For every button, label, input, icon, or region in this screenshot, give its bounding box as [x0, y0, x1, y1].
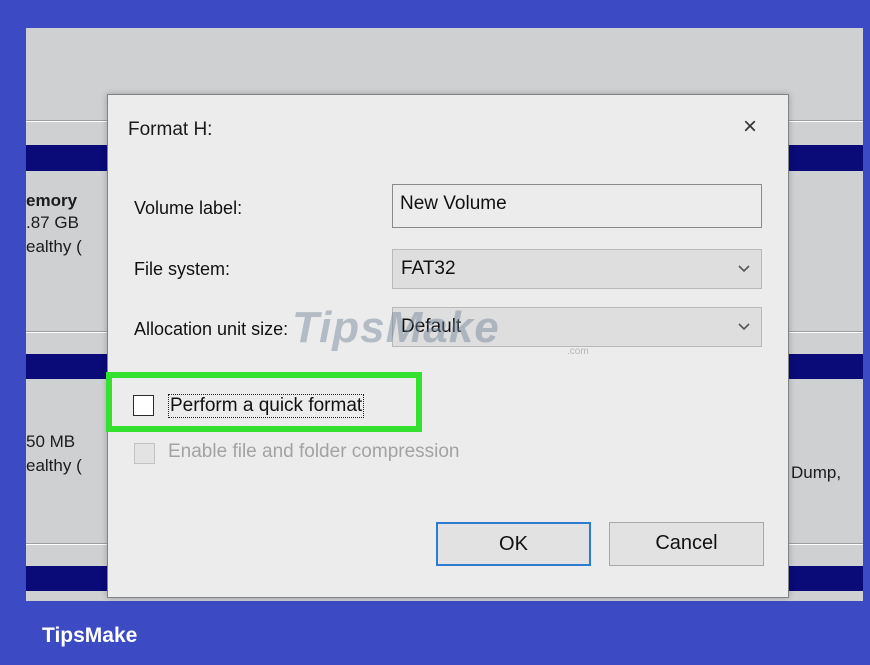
- quick-format-label[interactable]: Perform a quick format: [168, 394, 365, 418]
- file-system-select[interactable]: FAT32: [392, 249, 762, 289]
- volume-label-input[interactable]: New Volume: [392, 184, 762, 228]
- disk-status-text: ealthy (: [26, 237, 82, 256]
- disk-size-text: .87 GB: [26, 213, 79, 232]
- partition-text: Dump,: [791, 463, 842, 482]
- watermark-suffix: .com: [567, 346, 589, 357]
- quick-format-checkbox[interactable]: [133, 395, 154, 416]
- chevron-down-icon: [737, 314, 751, 344]
- chevron-down-icon: [737, 256, 751, 286]
- watermark-logo: TipsMake: [292, 303, 500, 352]
- compression-checkbox: [134, 443, 155, 464]
- ok-button[interactable]: OK: [436, 522, 591, 566]
- volume-label-text: Volume label:: [134, 198, 243, 218]
- disk-name-text: emory: [26, 191, 78, 210]
- close-icon[interactable]: ×: [730, 109, 770, 145]
- dialog-title: Format H:: [128, 119, 213, 140]
- cancel-button[interactable]: Cancel: [609, 522, 764, 566]
- allocation-unit-label: Allocation unit size:: [134, 319, 289, 339]
- file-system-value: FAT32: [401, 258, 456, 279]
- disk-size-text: 50 MB: [26, 432, 76, 451]
- file-system-label: File system:: [134, 259, 231, 279]
- brand-label: TipsMake: [42, 624, 138, 647]
- compression-label: Enable file and folder compression: [168, 441, 460, 462]
- disk-status-text: ealthy (: [26, 456, 82, 475]
